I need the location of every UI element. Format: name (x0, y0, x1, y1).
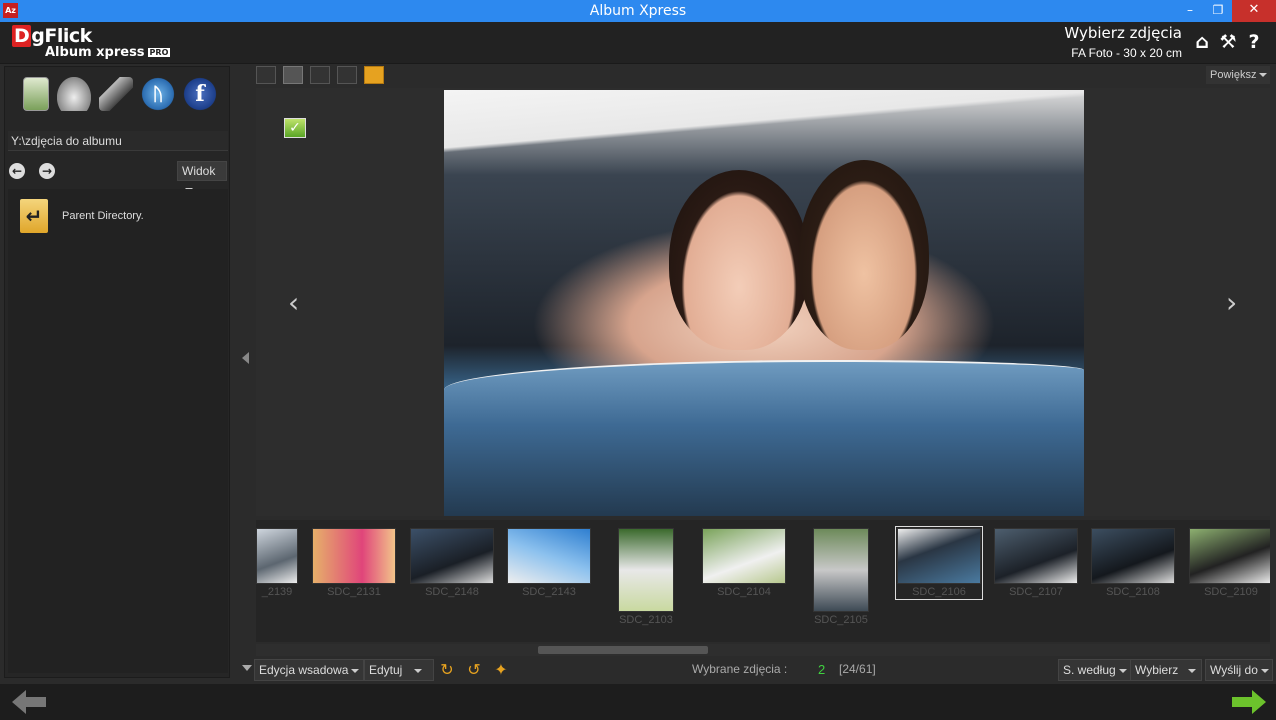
prev-photo-icon[interactable]: ‹ (288, 286, 299, 319)
slideshow-icon[interactable] (364, 66, 384, 84)
usb-drive-icon[interactable] (99, 77, 133, 111)
thumbnail[interactable]: SDC_2108 (1091, 528, 1175, 598)
facebook-icon[interactable]: f (183, 77, 217, 111)
single-view-icon[interactable] (283, 66, 303, 84)
thumbnail[interactable]: SDC_2109 (1189, 528, 1270, 598)
expand-toolbar-icon[interactable] (242, 665, 252, 671)
collapse-panel-icon[interactable] (242, 352, 249, 364)
wizard-navigation (0, 684, 1276, 720)
next-photo-icon[interactable]: › (1226, 286, 1237, 319)
source-panel: ᚢ f Y:\zdjęcia do albumu ← → Widok ↵ Par… (4, 66, 230, 678)
selected-count: 2 (818, 662, 826, 677)
scrollbar-thumb[interactable] (538, 646, 708, 654)
filmstrip: _2139 SDC_2131 SDC_2148 SDC_2143 SDC_210… (256, 520, 1270, 642)
thumbnail[interactable]: SDC_2107 (994, 528, 1078, 598)
main-photo (444, 90, 1084, 516)
window-titlebar: Az Album Xpress – ❐ ✕ (0, 0, 1276, 22)
selected-check-icon[interactable]: ✓ (284, 118, 306, 138)
bluetooth-icon[interactable]: ᚢ (141, 77, 175, 111)
edit-dropdown[interactable]: Edytuj (364, 659, 434, 681)
photo-viewer: ✓ ‹ › (256, 88, 1270, 516)
sort-by-dropdown[interactable]: S. według (1058, 659, 1132, 681)
view-mode-toolbar (256, 66, 384, 84)
zoom-dropdown[interactable]: Powiększ (1206, 66, 1270, 84)
selected-photos-label: Wybrane zdjęcia : (692, 662, 788, 676)
send-to-dropdown[interactable]: Wyślij do (1205, 659, 1273, 681)
auto-enhance-icon[interactable]: ✦ (491, 661, 511, 679)
album-size: FA Foto - 30 x 20 cm (1071, 46, 1182, 60)
dgflick-logo: DgFlick Album xpress PRO (12, 25, 171, 60)
file-list: ↵ Parent Directory. (8, 189, 228, 673)
back-arrow-icon[interactable] (12, 690, 46, 714)
fit-view-icon[interactable] (310, 66, 330, 84)
close-button[interactable]: ✕ (1232, 0, 1276, 22)
home-icon[interactable]: ⌂ (1192, 31, 1212, 53)
help-icon[interactable]: ? (1244, 31, 1264, 53)
back-icon[interactable]: ← (9, 163, 25, 179)
folder-source-icon[interactable] (23, 77, 49, 111)
thumbnail[interactable]: SDC_2143 (507, 528, 591, 598)
thumbnail[interactable]: SDC_2105 (813, 528, 869, 626)
thumbnail[interactable]: SDC_2103 (618, 528, 674, 626)
selected-fraction: [24/61] (839, 662, 876, 676)
bottom-toolbar: Edycja wsadowa Edytuj ↻ ↺ ✦ Wybrane zdję… (240, 659, 1276, 683)
view-dropdown[interactable]: Widok (177, 161, 227, 192)
thumbnail[interactable]: SDC_2104 (702, 528, 786, 598)
page-title: Wybierz zdjęcia (1064, 24, 1182, 42)
folder-path[interactable]: Y:\zdjęcia do albumu (8, 131, 228, 151)
rotate-left-icon[interactable]: ↺ (464, 661, 484, 679)
list-view-icon[interactable] (337, 66, 357, 84)
batch-edit-dropdown[interactable]: Edycja wsadowa (254, 659, 365, 681)
thumbnail[interactable]: SDC_2148 (410, 528, 494, 598)
scanner-icon[interactable] (57, 77, 91, 111)
rotate-right-icon[interactable]: ↻ (437, 661, 457, 679)
next-arrow-icon[interactable] (1232, 690, 1266, 714)
filmstrip-scrollbar[interactable] (256, 644, 1270, 656)
parent-folder-icon: ↵ (20, 199, 48, 233)
list-item[interactable]: ↵ Parent Directory. (20, 199, 144, 233)
app-header: DgFlick Album xpress PRO Wybierz zdjęcia … (0, 22, 1276, 64)
thumbnail-selected[interactable]: SDC_2106 (895, 526, 983, 600)
select-dropdown[interactable]: Wybierz (1130, 659, 1202, 681)
grid-view-icon[interactable] (256, 66, 276, 84)
thumbnail[interactable]: _2139 (256, 528, 298, 598)
forward-icon[interactable]: → (39, 163, 55, 179)
minimize-button[interactable]: – (1176, 0, 1204, 22)
thumbnail[interactable]: SDC_2131 (312, 528, 396, 598)
window-title: Album Xpress (589, 3, 687, 19)
restore-button[interactable]: ❐ (1204, 0, 1232, 22)
wrench-icon[interactable]: ⚒ (1218, 31, 1238, 53)
